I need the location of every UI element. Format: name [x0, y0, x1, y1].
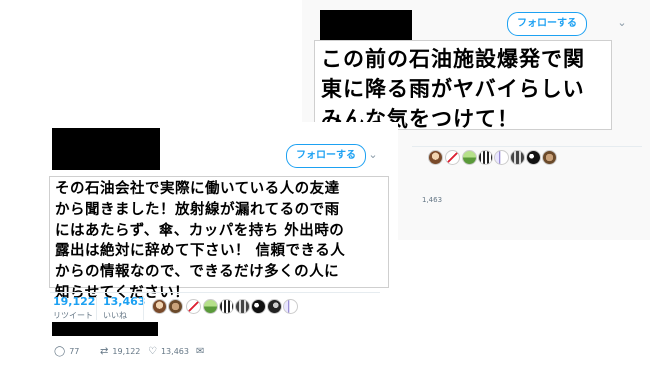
follow-button[interactable]: フォローする: [507, 12, 587, 36]
redacted-timestamp: [52, 322, 158, 336]
tweet-text-line: から聞きました！放射線が漏れてるので雨: [55, 201, 340, 218]
likes-label[interactable]: いいね: [103, 310, 127, 321]
retweet-icon: ⇄: [100, 346, 109, 357]
like-action[interactable]: ♡ 13,463: [148, 346, 189, 357]
avatar[interactable]: [219, 299, 234, 314]
divider: [50, 292, 380, 293]
avatar[interactable]: [526, 150, 541, 165]
tweet-text-line: 東に降る雨がヤバイらしい: [321, 77, 585, 101]
tweet-card-left: フォローする ⌄ その石油会社で実際に働いている人の友達 から聞きました！放射線…: [40, 122, 398, 366]
like-count: 13,463: [160, 347, 189, 356]
reply-count: 77: [69, 347, 80, 356]
retweet-count: 19,122: [112, 347, 141, 356]
chevron-down-icon[interactable]: ⌄: [615, 16, 629, 30]
avatar[interactable]: [478, 150, 493, 165]
tweet-text-line: その石油会社で実際に働いている人の友達: [55, 181, 340, 197]
avatar[interactable]: [203, 299, 218, 314]
avatar[interactable]: [235, 299, 250, 314]
avatar[interactable]: [542, 150, 557, 165]
tweet-text-line: この前の石油施設爆発で関: [321, 47, 585, 71]
avatar[interactable]: [494, 150, 509, 165]
avatar[interactable]: [283, 299, 298, 314]
tweet-text-line: 露出は絶対に辞めて下さい！ 信頼できる人: [55, 243, 346, 260]
dm-action[interactable]: ✉: [196, 346, 208, 357]
tweet-text-line: からの情報なので、できるだけ多くの人に: [55, 264, 340, 281]
retweets-label[interactable]: リツイート: [53, 310, 93, 321]
envelope-icon: ✉: [196, 346, 205, 357]
avatar[interactable]: [428, 150, 443, 165]
likes-count[interactable]: 13,463: [103, 295, 145, 308]
redacted-account-name: [52, 128, 160, 170]
avatar[interactable]: [267, 299, 282, 314]
retweet-count-footer[interactable]: 1,463: [422, 196, 442, 204]
tweet-text-box: この前の石油施設爆発で関 東に降る雨がヤバイらしい みんな気をつけて！: [314, 40, 612, 131]
follow-button[interactable]: フォローする: [286, 144, 366, 168]
tweet-text-box: その石油会社で実際に働いている人の友達 から聞きました！放射線が漏れてるので雨 …: [49, 176, 389, 301]
retweets-count[interactable]: 19,122: [53, 295, 95, 308]
retweet-action[interactable]: ⇄ 19,122: [100, 346, 140, 357]
avatar[interactable]: [168, 299, 183, 314]
avatar[interactable]: [186, 299, 201, 314]
avatar[interactable]: [251, 299, 266, 314]
stat-divider: [96, 296, 97, 320]
chevron-down-icon[interactable]: ⌄: [366, 148, 380, 162]
heart-icon: ♡: [148, 346, 157, 357]
divider: [412, 146, 642, 147]
tweet-text-line: にはあたらず、傘、カッパを持ち 外出時の: [55, 222, 345, 239]
avatar[interactable]: [462, 150, 477, 165]
avatar[interactable]: [445, 150, 460, 165]
reply-icon: ◯: [54, 346, 66, 357]
redacted-account-name: [320, 10, 412, 40]
reply-action[interactable]: ◯ 77: [54, 346, 79, 357]
avatar[interactable]: [510, 150, 525, 165]
avatar[interactable]: [152, 299, 167, 314]
stat-divider: [143, 296, 144, 320]
